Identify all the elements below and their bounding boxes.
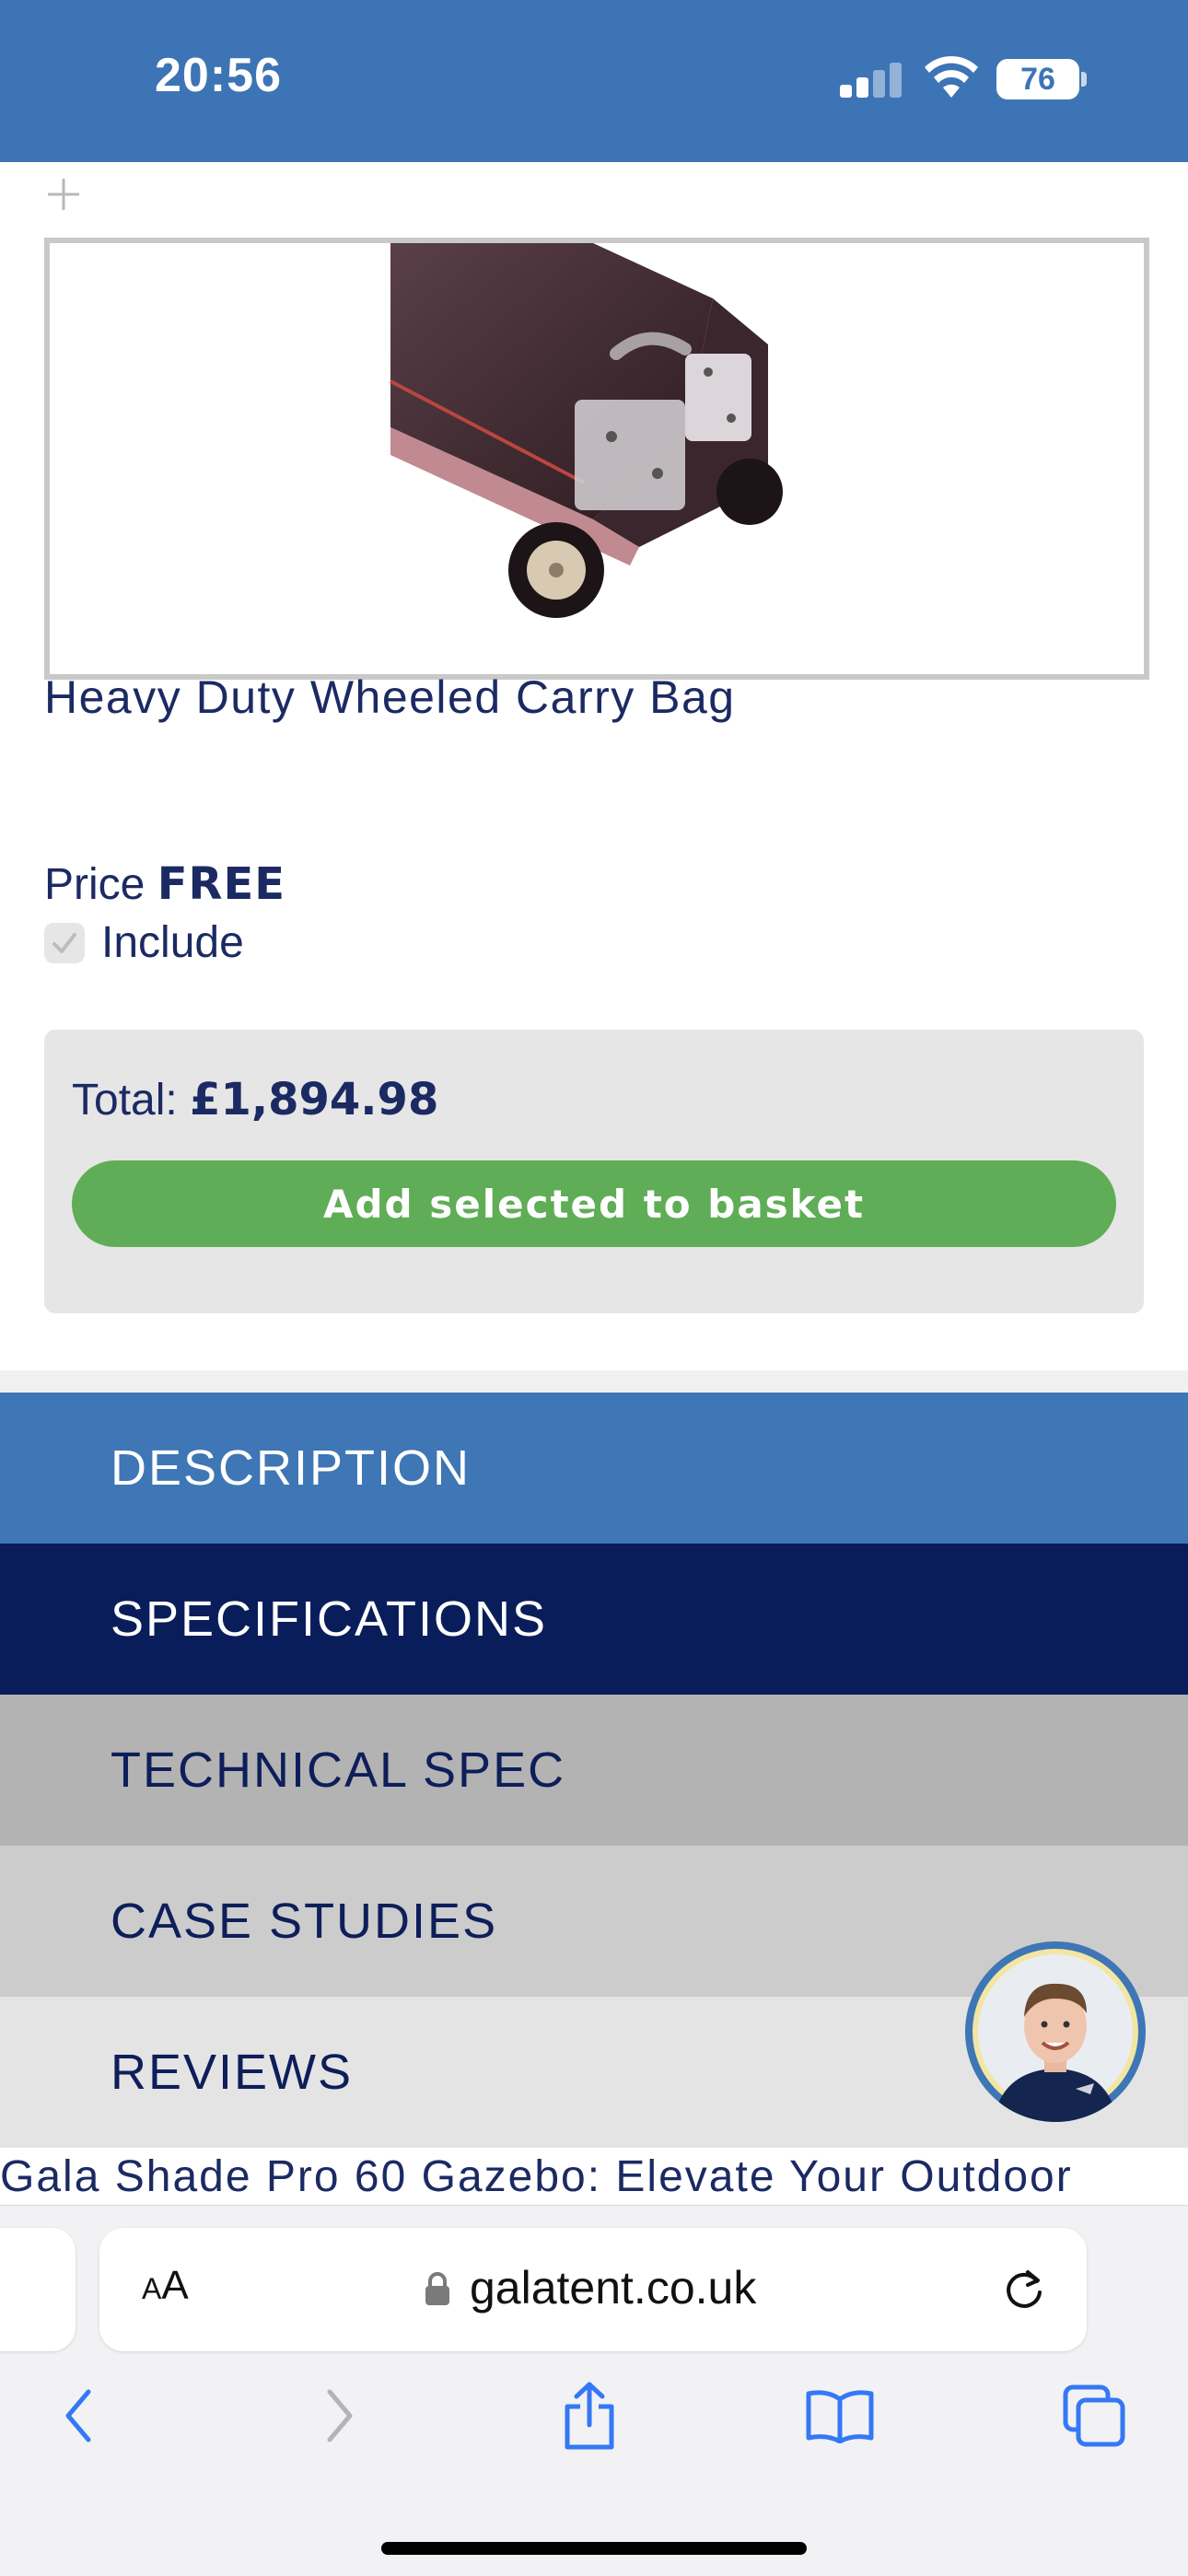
total-label: Total: — [72, 1076, 178, 1125]
tab-label: REVIEWS — [111, 2045, 354, 2100]
previous-tab-card[interactable] — [0, 2228, 76, 2351]
product-image-frame[interactable] — [44, 238, 1149, 680]
status-time: 20:56 — [155, 49, 282, 102]
share-icon — [565, 2382, 614, 2450]
forward-button[interactable] — [302, 2379, 376, 2453]
price-line: Price FREE — [44, 858, 285, 910]
tab-description[interactable]: DESCRIPTION — [0, 1393, 1188, 1544]
reload-icon[interactable] — [1000, 2265, 1048, 2313]
bookmarks-button[interactable] — [803, 2379, 877, 2453]
article-heading[interactable]: Gala Shade Pro 60 Gazebo: Elevate Your O… — [0, 2151, 1188, 2202]
address-bar[interactable]: AA galatent.co.uk — [99, 2228, 1087, 2351]
back-icon — [65, 2389, 91, 2442]
tab-specifications[interactable]: SPECIFICATIONS — [0, 1544, 1188, 1695]
support-agent-avatar — [973, 1949, 1138, 2122]
reader-options-button[interactable]: AA — [142, 2263, 189, 2309]
chat-avatar-button[interactable] — [965, 1941, 1146, 2122]
add-to-basket-button[interactable]: Add selected to basket — [72, 1160, 1116, 1247]
forward-icon — [327, 2389, 353, 2442]
price-value: FREE — [157, 858, 286, 910]
include-checkbox[interactable] — [44, 922, 85, 963]
home-indicator[interactable] — [381, 2542, 807, 2555]
status-bar: 20:56 76 — [0, 0, 1188, 162]
tabs-icon — [1063, 2384, 1125, 2447]
wifi-icon — [925, 55, 978, 98]
carry-bag-image — [390, 243, 783, 618]
total-value: £1,894.98 — [190, 1074, 439, 1125]
basket-total-panel: Total: £1,894.98 Add selected to basket — [44, 1030, 1144, 1313]
cellular-signal-icon — [840, 61, 904, 98]
include-row[interactable]: Include — [44, 917, 244, 968]
aa-small: A — [142, 2272, 162, 2305]
tab-label: SPECIFICATIONS — [111, 1591, 548, 1647]
share-button[interactable] — [553, 2379, 626, 2453]
section-divider — [0, 1370, 1188, 1393]
battery-indicator: 76 — [996, 59, 1079, 99]
tab-technical-spec[interactable]: TECHNICAL SPEC — [0, 1695, 1188, 1846]
include-label: Include — [101, 918, 244, 967]
price-label: Price — [44, 860, 146, 909]
lock-icon — [425, 2272, 449, 2305]
aa-large: A — [161, 2263, 189, 2308]
tab-label: TECHNICAL SPEC — [111, 1743, 566, 1798]
tab-label: CASE STUDIES — [111, 1894, 498, 1949]
url-text: galatent.co.uk — [470, 2262, 757, 2314]
browser-toolbar: AA galatent.co.uk — [0, 2205, 1188, 2576]
back-button[interactable] — [42, 2379, 116, 2453]
bookmarks-icon — [806, 2390, 874, 2443]
tab-label: DESCRIPTION — [111, 1440, 472, 1496]
total-line: Total: £1,894.98 — [72, 1074, 438, 1125]
product-title[interactable]: Heavy Duty Wheeled Carry Bag — [44, 670, 736, 724]
battery-cap — [1081, 72, 1087, 87]
checkmark-icon — [52, 932, 76, 953]
plus-icon[interactable] — [44, 175, 83, 214]
tabs-button[interactable] — [1057, 2379, 1131, 2453]
